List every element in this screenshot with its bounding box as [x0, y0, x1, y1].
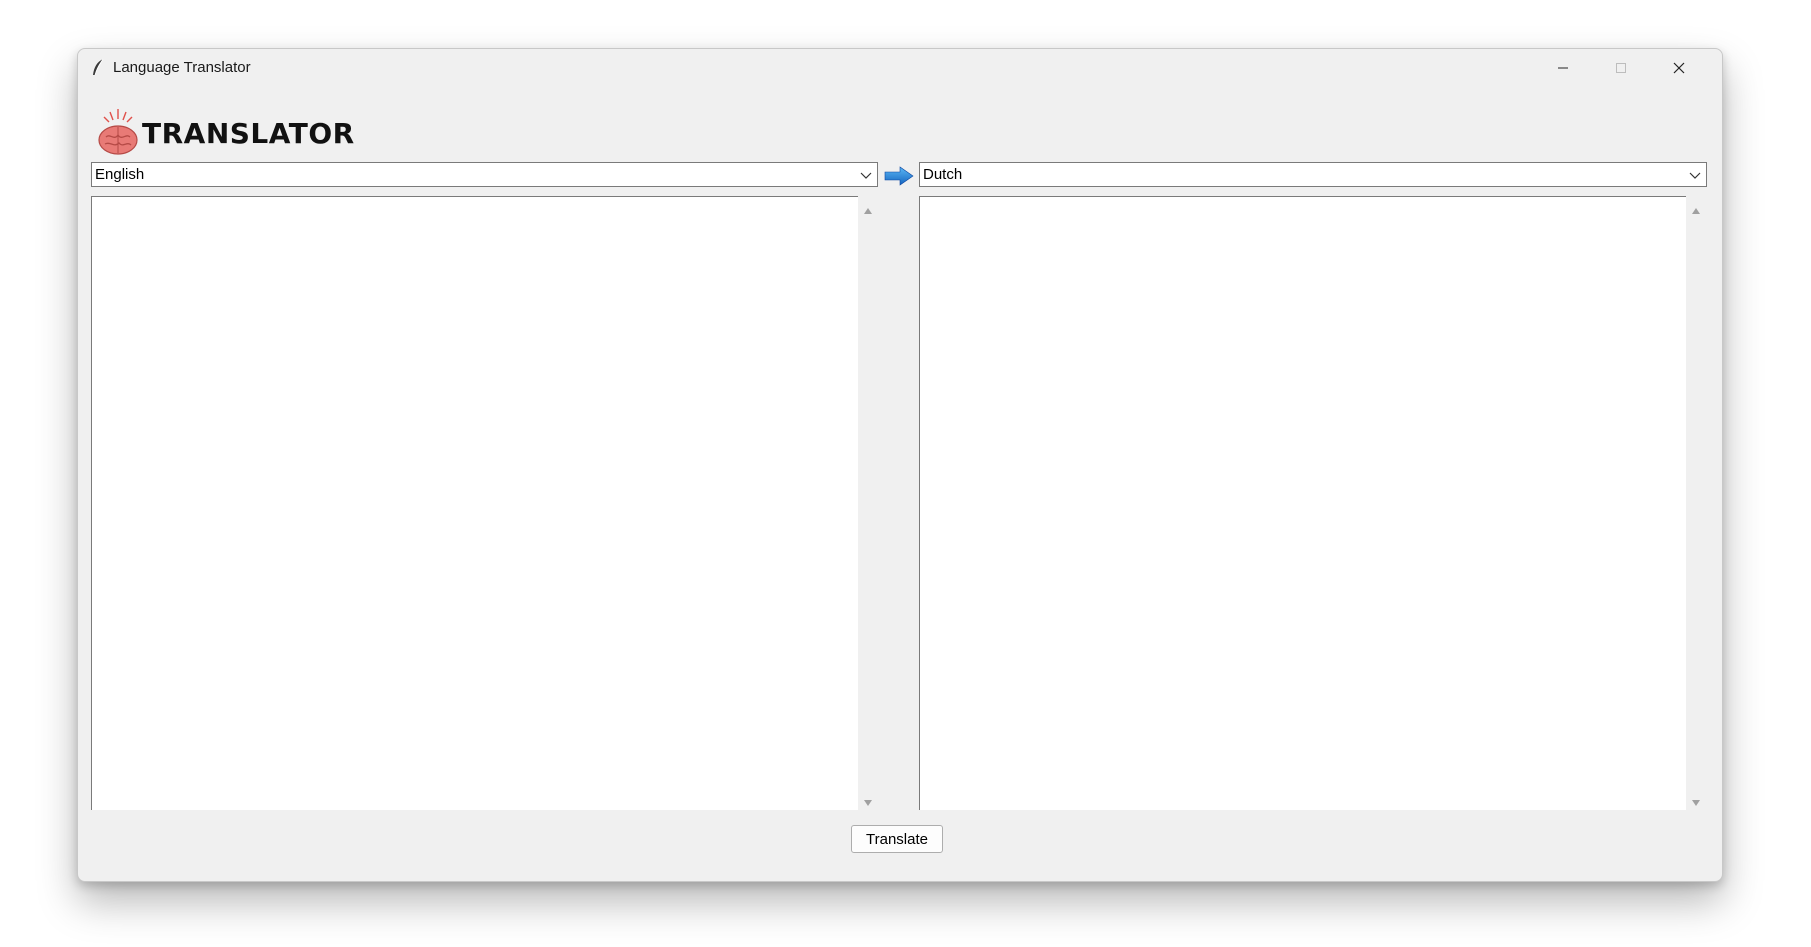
title-bar: Language Translator — [78, 49, 1722, 87]
target-language-value: Dutch — [923, 166, 963, 183]
source-scrollbar[interactable] — [858, 196, 878, 810]
scroll-down-icon[interactable] — [1691, 794, 1701, 806]
maximize-button[interactable] — [1592, 49, 1650, 87]
arrow-right-icon — [884, 165, 914, 187]
close-button[interactable] — [1650, 49, 1708, 87]
target-text-area[interactable] — [919, 196, 1686, 810]
translate-button[interactable]: Translate — [851, 825, 943, 853]
feather-icon — [90, 58, 106, 78]
chevron-down-icon[interactable] — [1688, 168, 1702, 182]
app-window: Language Translator TRANSLATOR English D… — [77, 48, 1723, 882]
scroll-up-icon[interactable] — [863, 202, 873, 214]
maximize-icon — [1616, 63, 1626, 73]
logo-text: TRANSLATOR — [142, 117, 355, 150]
source-text-area[interactable] — [91, 196, 858, 810]
close-icon — [1673, 62, 1685, 74]
minimize-icon — [1558, 67, 1568, 69]
source-language-value: English — [95, 166, 145, 183]
target-language-select[interactable]: Dutch — [919, 162, 1707, 187]
scroll-up-icon[interactable] — [1691, 202, 1701, 214]
minimize-button[interactable] — [1534, 49, 1592, 87]
scroll-down-icon[interactable] — [863, 794, 873, 806]
brain-icon — [96, 105, 140, 157]
window-title: Language Translator — [113, 59, 251, 76]
chevron-down-icon[interactable] — [859, 168, 873, 182]
app-logo: TRANSLATOR — [96, 105, 354, 157]
target-scrollbar[interactable] — [1686, 196, 1706, 810]
source-language-select[interactable]: English — [91, 162, 878, 187]
